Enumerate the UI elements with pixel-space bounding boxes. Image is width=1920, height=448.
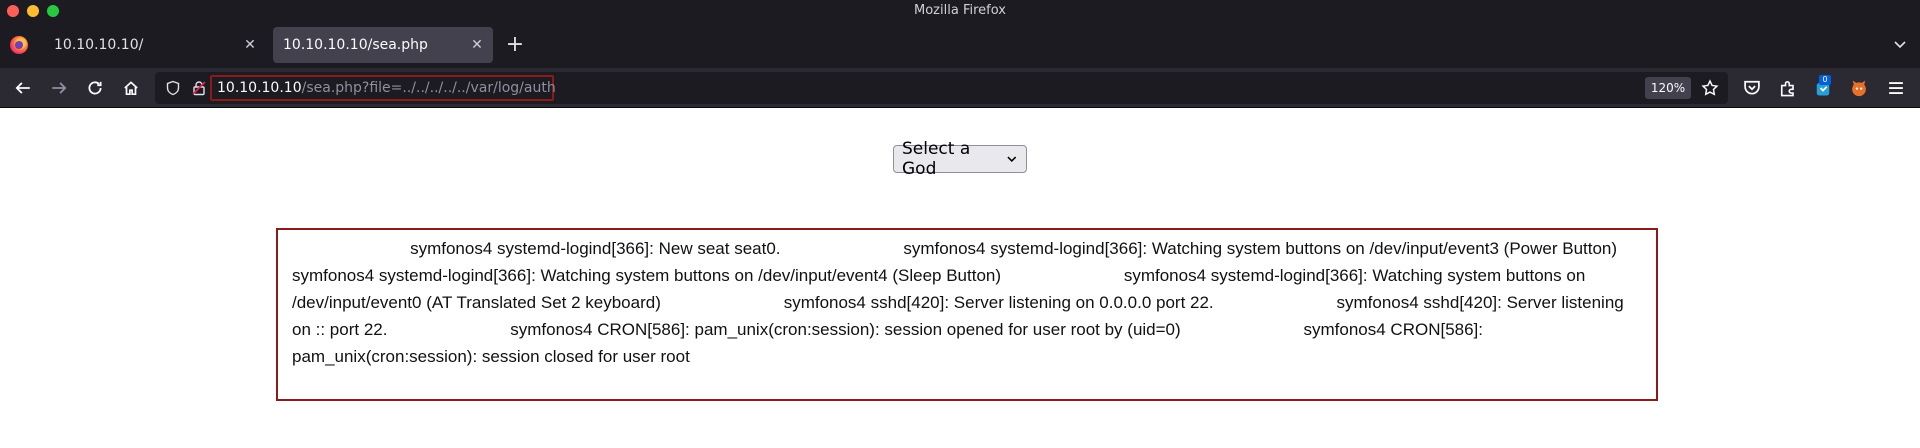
reload-icon	[88, 81, 102, 95]
tab-label: 10.10.10.10/sea.php	[283, 37, 428, 53]
firefox-logo-icon	[10, 36, 28, 54]
log-line: symfonos4 CRON[586]: pam_unix(cron:sessi…	[392, 320, 1181, 339]
bookmark-star-icon[interactable]	[1701, 79, 1719, 97]
forward-arrow-icon	[52, 82, 67, 94]
back-arrow-icon	[15, 82, 30, 94]
list-all-tabs-icon[interactable]	[1892, 36, 1908, 52]
insecure-lock-icon[interactable]	[191, 80, 207, 96]
foxyproxy-icon[interactable]	[1849, 78, 1869, 98]
navigation-toolbar: 10.10.10.10/sea.php?file=../../../../../…	[0, 68, 1920, 108]
chevron-down-icon	[1007, 156, 1017, 163]
close-tab-icon[interactable]: ✕	[469, 27, 485, 63]
tab-sea-php[interactable]: 10.10.10.10/sea.php ✕	[273, 27, 493, 63]
log-output-box: symfonos4 systemd-logind[366]: New seat …	[276, 228, 1658, 401]
zoom-level-button[interactable]: 120%	[1645, 77, 1691, 99]
reload-button[interactable]	[83, 76, 107, 100]
window-titlebar: Mozilla Firefox	[0, 0, 1920, 22]
new-tab-button[interactable]: +	[503, 34, 527, 58]
tab-home[interactable]: 10.10.10.10/ ✕	[44, 27, 266, 63]
forward-button[interactable]	[47, 76, 71, 100]
god-select-dropdown[interactable]: Select a God	[893, 139, 1027, 179]
tab-strip: 10.10.10.10/ ✕ 10.10.10.10/sea.php ✕ +	[0, 22, 1920, 68]
close-tab-icon[interactable]: ✕	[242, 27, 258, 63]
menu-hamburger-icon[interactable]	[1886, 78, 1906, 98]
log-line: symfonos4 systemd-logind[366]: Watching …	[785, 239, 1618, 258]
pocket-icon[interactable]	[1742, 78, 1762, 98]
tab-label: 10.10.10.10/	[54, 37, 144, 53]
home-button[interactable]	[119, 76, 143, 100]
log-line: symfonos4 systemd-logind[366]: New seat …	[292, 239, 781, 258]
extensions-puzzle-icon[interactable]	[1778, 78, 1798, 98]
tracking-protection-shield-icon[interactable]	[165, 80, 181, 96]
extension-badge: 0	[1819, 75, 1831, 85]
url-path: /sea.php?file=../../../../../var/log/aut…	[301, 80, 556, 96]
url-text[interactable]: 10.10.10.10/sea.php?file=../../../../../…	[217, 72, 556, 104]
home-icon	[124, 81, 138, 96]
address-bar[interactable]: 10.10.10.10/sea.php?file=../../../../../…	[155, 72, 1728, 104]
back-button[interactable]	[11, 76, 35, 100]
page-content: Select a God symfonos4 systemd-logind[36…	[0, 109, 1920, 448]
log-output-text: symfonos4 systemd-logind[366]: New seat …	[292, 235, 1642, 370]
url-host: 10.10.10.10	[217, 80, 302, 96]
god-select-value: Select a God	[902, 139, 971, 179]
window-title: Mozilla Firefox	[914, 3, 1006, 18]
log-line: symfonos4 sshd[420]: Server listening on…	[665, 293, 1214, 312]
